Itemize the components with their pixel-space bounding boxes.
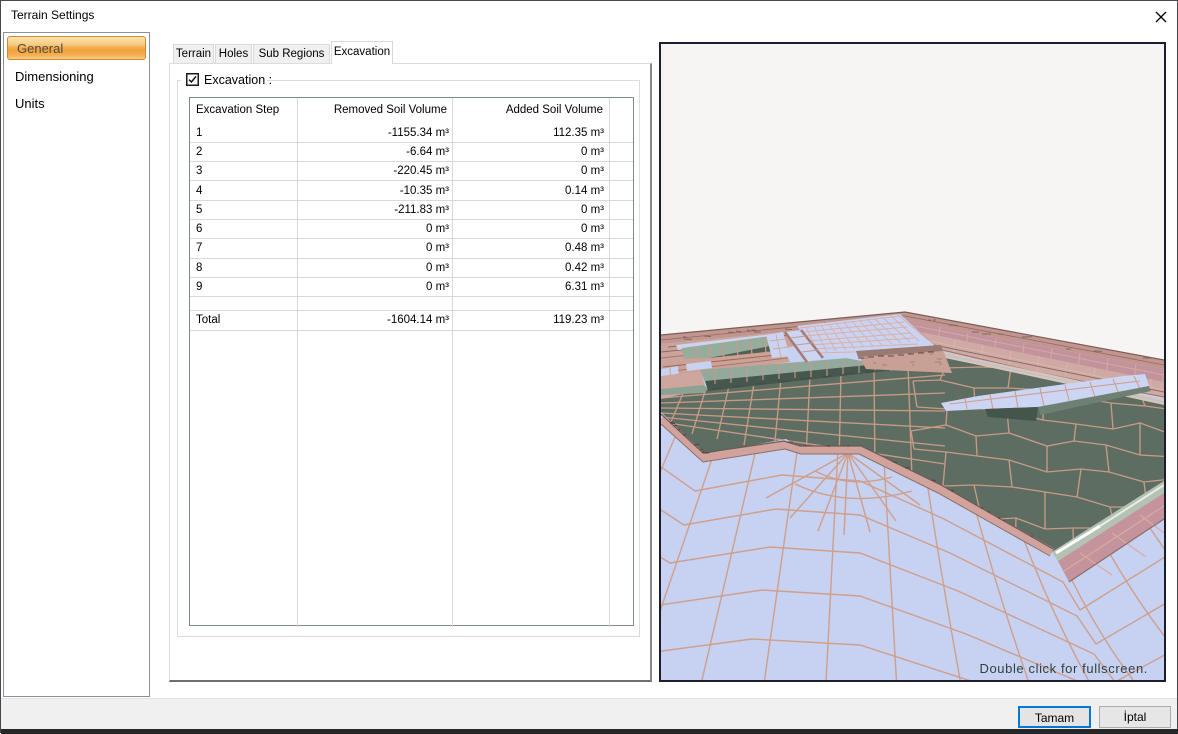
svg-text:Double click for fullscreen.: Double click for fullscreen. <box>979 661 1148 676</box>
